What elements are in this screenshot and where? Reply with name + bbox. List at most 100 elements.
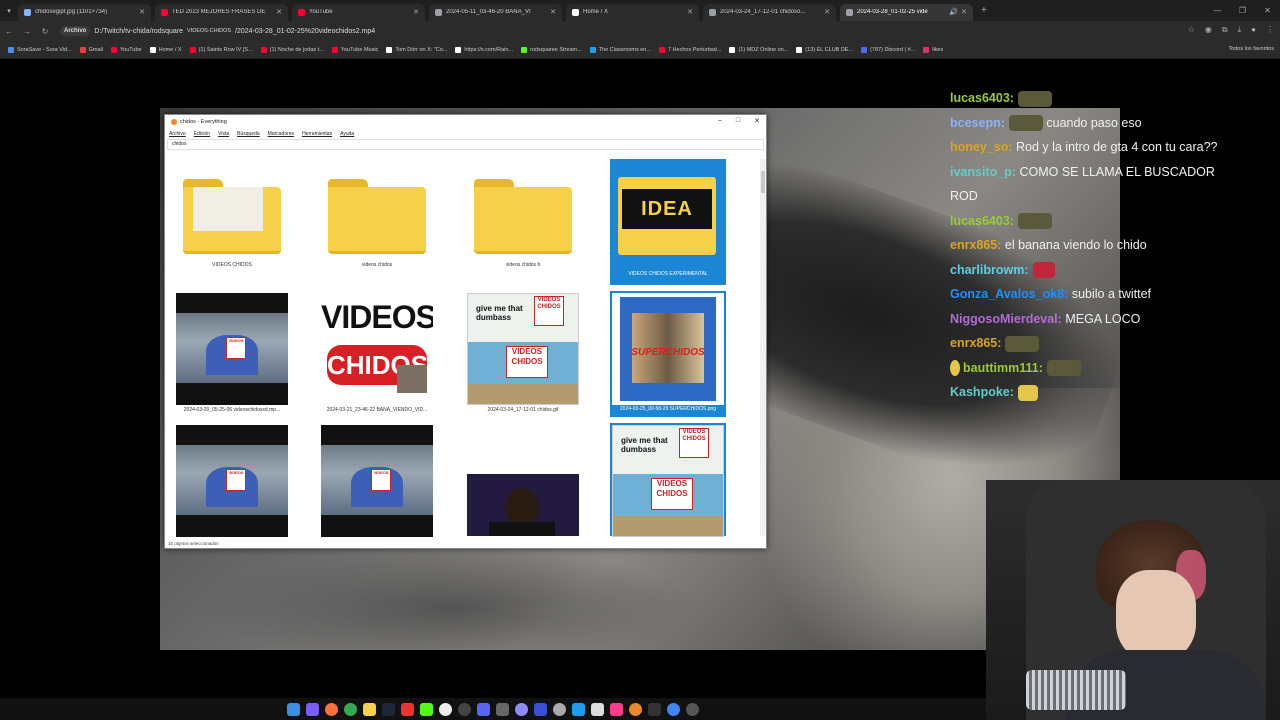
tab-favicon: [435, 8, 442, 16]
tab-1[interactable]: chidosegipt.jpg (1101×734) ✕: [18, 3, 151, 21]
bookmark-item[interactable]: Tom Dörr on X: "Co...: [386, 46, 447, 53]
result-item[interactable]: give me that dumbass VIDEOS CHIDOS VIDEOS C…: [465, 293, 581, 417]
bookmark-item[interactable]: 7 Hechos Perturbad...: [658, 46, 721, 53]
firefox-icon[interactable]: [325, 702, 338, 716]
result-item[interactable]: [465, 474, 581, 536]
result-item[interactable]: VIDEOS CHIDOS 2024-03-21_23-46-22 BANA_V…: [319, 293, 435, 417]
scrollbar[interactable]: [760, 159, 766, 536]
start-icon[interactable]: [287, 702, 300, 716]
result-item[interactable]: VIDEOS: [174, 425, 290, 537]
speaker-icon[interactable]: 🔊: [949, 8, 958, 16]
close-icon[interactable]: ✕: [824, 8, 830, 16]
app-icon[interactable]: [439, 702, 452, 716]
app-icon[interactable]: [306, 702, 319, 716]
scrollbar-thumb[interactable]: [761, 171, 765, 193]
bookmark-item[interactable]: (1) Noche de jodas t...: [260, 46, 324, 53]
menu-busqueda[interactable]: Búsqueda: [237, 131, 260, 137]
app-icon[interactable]: [496, 702, 509, 716]
bookmark-item[interactable]: (13) EL CLUB DE...: [796, 46, 853, 53]
tab-search-icon[interactable]: ▾: [0, 7, 18, 15]
bookmark-icon: [386, 46, 393, 53]
bookmark-item[interactable]: The Classrooms en...: [589, 46, 651, 53]
minimize-icon[interactable]: –: [718, 117, 722, 125]
close-icon[interactable]: ✕: [413, 8, 419, 16]
terminal-icon[interactable]: [648, 702, 661, 716]
videos-chidos-label: VIDEOS CHIDOS: [651, 478, 693, 510]
url-field[interactable]: Archivo D:/Twitch/tv-chida/rodsquare VID…: [60, 26, 375, 36]
bookmark-item[interactable]: (787) Discord | #...: [861, 46, 915, 53]
app-icon[interactable]: [610, 702, 623, 716]
bookmark-item[interactable]: (1) Saints Row IV [S...: [189, 46, 253, 53]
reload-icon[interactable]: ↻: [36, 27, 54, 36]
chrome-icon[interactable]: [344, 702, 357, 716]
close-icon[interactable]: ✕: [276, 8, 282, 16]
bookmark-item[interactable]: YouTube Music: [331, 46, 378, 53]
app-icon[interactable]: [572, 702, 585, 716]
result-item[interactable]: videos chidos b: [465, 159, 581, 285]
result-item[interactable]: VIDEOS: [319, 425, 435, 537]
avatar[interactable]: ●: [1251, 25, 1256, 35]
close-icon[interactable]: ✕: [139, 8, 145, 16]
close-icon[interactable]: ✕: [754, 117, 760, 125]
menu-herramientas[interactable]: Herramientas: [302, 131, 332, 137]
app-icon[interactable]: [591, 702, 604, 716]
bookmark-item[interactable]: (1) MDZ Online on...: [729, 46, 789, 53]
extension-icon[interactable]: ◉: [1205, 25, 1212, 35]
menu-vista[interactable]: Vista: [218, 131, 229, 137]
tab-6[interactable]: 2024-03-24_17-12-01 chidoso... ✕: [703, 3, 836, 21]
all-bookmarks-button[interactable]: Todos los favoritos: [1228, 46, 1274, 52]
bookmark-item[interactable]: Gmail: [79, 46, 103, 53]
chat-text: subilo a twittef: [1071, 287, 1152, 301]
bookmark-item[interactable]: SoraSave - Sora Vid...: [8, 46, 72, 53]
kick-icon[interactable]: [420, 702, 433, 716]
bookmark-label: (1) MDZ Online on...: [738, 46, 789, 53]
bookmark-item[interactable]: Home / X: [149, 46, 182, 53]
tab-5[interactable]: Home / X ✕: [566, 3, 699, 21]
search-input[interactable]: chidos: [167, 139, 764, 150]
result-item-selected[interactable]: give me that dumbass VIDEOS CHIDOS VIDEOS C…: [610, 423, 726, 537]
discord-icon[interactable]: [477, 702, 490, 716]
minimize-icon[interactable]: —: [1205, 0, 1230, 21]
result-item[interactable]: VIDEOS 2024-03-20_05-25-06 videoschidosx…: [174, 293, 290, 417]
result-item[interactable]: videos chidos: [319, 159, 435, 285]
bookmark-item[interactable]: YouTube: [111, 46, 142, 53]
maximize-icon[interactable]: ❐: [1230, 0, 1255, 21]
tab-3[interactable]: YouTube ✕: [292, 3, 425, 21]
obs-icon[interactable]: [458, 702, 471, 716]
tab-2[interactable]: TED 2023 MEJORES FRASES DE ✕: [155, 3, 288, 21]
everything-icon[interactable]: [629, 702, 642, 716]
star-icon[interactable]: ☆: [1188, 25, 1195, 35]
download-icon[interactable]: ⤓: [1238, 25, 1242, 35]
close-icon[interactable]: ✕: [687, 8, 693, 16]
menu-ayuda[interactable]: Ayuda: [340, 131, 354, 137]
steam-icon[interactable]: [382, 702, 395, 716]
chrome-icon[interactable]: [667, 702, 680, 716]
vegas-icon[interactable]: [534, 702, 547, 716]
puzzle-icon[interactable]: ⧉: [1222, 25, 1228, 35]
new-tab-button[interactable]: +: [981, 5, 987, 16]
app-icon[interactable]: [553, 702, 566, 716]
result-item[interactable]: VIDEOS CHIDOS: [174, 159, 290, 285]
maximize-icon[interactable]: □: [736, 117, 740, 125]
tab-7-active[interactable]: 2024-03-28_01-02-25 vide 🔊 ✕: [840, 3, 973, 21]
result-item-selected[interactable]: IDEA VIDEOS CHIDOS EXPERIMENTAL: [610, 159, 726, 285]
menu-marcadores[interactable]: Marcadores: [268, 131, 294, 137]
menu-edicion[interactable]: Edición: [194, 131, 210, 137]
app-icon[interactable]: [515, 702, 528, 716]
tab-4[interactable]: 2024-05-11_03-46-20 BANA_VI ✕: [429, 3, 562, 21]
folder-icon[interactable]: [363, 702, 376, 716]
bookmark-item[interactable]: https://x.com/Rain...: [455, 46, 513, 53]
menu-archivo[interactable]: Archivo: [169, 131, 186, 137]
record-icon[interactable]: [401, 702, 414, 716]
close-icon[interactable]: ✕: [550, 8, 556, 16]
bookmark-item[interactable]: rodsquaree Stream...: [521, 46, 582, 53]
back-icon[interactable]: ←: [0, 27, 18, 36]
bookmark-item[interactable]: likes: [923, 46, 943, 53]
close-window-icon[interactable]: ✕: [1255, 0, 1280, 21]
result-item-selected[interactable]: SUPERCHIDOS 2024-03-25_00-58-29 SUPERCHI…: [610, 291, 726, 417]
forward-icon[interactable]: →: [18, 27, 36, 36]
close-icon[interactable]: ✕: [961, 8, 967, 16]
bookmark-icon: [149, 46, 156, 53]
media-icon[interactable]: [686, 702, 699, 716]
more-icon[interactable]: ⋮: [1266, 25, 1274, 35]
